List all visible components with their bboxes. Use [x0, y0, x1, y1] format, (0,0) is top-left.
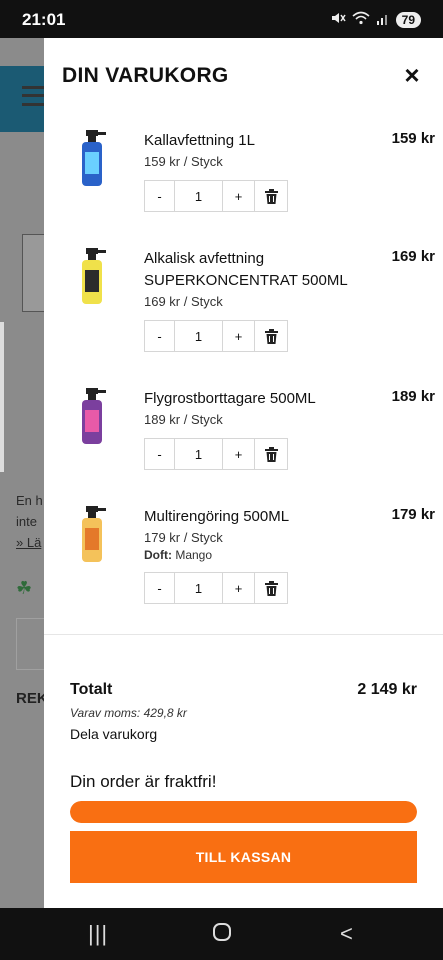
free-shipping-message: Din order är fraktfri! [70, 772, 217, 791]
increase-quantity-button[interactable]: + [223, 439, 255, 469]
total-label: Totalt [70, 681, 113, 698]
background-section-title: REK [16, 690, 48, 707]
quantity-stepper: - 1 + [144, 438, 288, 470]
unit-price: 189 kr / Styck [144, 412, 223, 427]
product-name[interactable]: Multirengöring 500ML [144, 506, 354, 528]
increase-quantity-button[interactable]: + [223, 321, 255, 351]
product-variant: Doft: Mango [144, 548, 212, 562]
decrease-quantity-button[interactable]: - [145, 439, 175, 469]
increase-quantity-button[interactable]: + [223, 573, 255, 603]
share-cart-link[interactable]: Dela varukorg [70, 726, 157, 742]
quantity-value[interactable]: 1 [175, 439, 223, 469]
line-price: 159 kr [391, 130, 435, 147]
back-icon[interactable]: < [340, 922, 353, 946]
quantity-stepper: - 1 + [144, 320, 288, 352]
background-text: En h [16, 493, 43, 508]
variant-value: Mango [175, 548, 213, 562]
status-time: 21:01 [22, 10, 66, 29]
free-shipping-progress [70, 801, 417, 823]
unit-price: 159 kr / Styck [144, 154, 223, 169]
product-name[interactable]: Alkalisk avfettning SUPERKONCENTRAT 500M… [144, 248, 354, 292]
product-image [72, 248, 112, 306]
status-bar: 21:01 79 [0, 0, 443, 38]
quantity-stepper: - 1 + [144, 180, 288, 212]
progress-fill [70, 801, 417, 823]
trash-icon[interactable] [255, 181, 287, 211]
background-link: » Lä [16, 535, 42, 550]
signal-icon [376, 12, 390, 28]
mute-icon [330, 11, 346, 28]
system-nav-bar: ||| < [0, 908, 443, 960]
vat-amount: Varav moms: 429,8 kr [70, 706, 187, 720]
cart-drawer: DIN VARUKORG × Kallavfettning 1L 159 kr … [44, 38, 443, 908]
product-name[interactable]: Flygrostborttagare 500ML [144, 388, 354, 410]
line-price: 169 kr [391, 248, 435, 265]
recent-apps-icon[interactable]: ||| [88, 922, 108, 946]
quantity-stepper: - 1 + [144, 572, 288, 604]
status-icons: 79 [330, 11, 421, 28]
unit-price: 169 kr / Styck [144, 294, 223, 309]
background-text: inte [16, 514, 37, 529]
cart-title: DIN VARUKORG [62, 64, 229, 87]
home-icon[interactable] [212, 922, 232, 947]
edge-handle[interactable] [0, 322, 4, 472]
product-image [72, 130, 112, 188]
battery-indicator: 79 [395, 11, 421, 28]
quantity-value[interactable]: 1 [175, 573, 223, 603]
product-image [72, 388, 112, 446]
trash-icon[interactable] [255, 321, 287, 351]
decrease-quantity-button[interactable]: - [145, 181, 175, 211]
close-icon[interactable]: × [399, 62, 425, 88]
divider [44, 634, 443, 635]
unit-price: 179 kr / Styck [144, 530, 223, 545]
line-price: 189 kr [391, 388, 435, 405]
clover-icon: ☘ [16, 578, 33, 598]
total-value: 2 149 kr [357, 681, 417, 698]
checkout-button[interactable]: TILL KASSAN [70, 831, 417, 883]
trash-icon[interactable] [255, 573, 287, 603]
product-image [72, 506, 112, 564]
trash-icon[interactable] [255, 439, 287, 469]
menu-icon [22, 86, 46, 106]
quantity-value[interactable]: 1 [175, 321, 223, 351]
line-price: 179 kr [391, 506, 435, 523]
variant-label: Doft: [144, 548, 172, 562]
increase-quantity-button[interactable]: + [223, 181, 255, 211]
decrease-quantity-button[interactable]: - [145, 573, 175, 603]
decrease-quantity-button[interactable]: - [145, 321, 175, 351]
wifi-icon [352, 11, 370, 28]
product-name[interactable]: Kallavfettning 1L [144, 130, 354, 152]
quantity-value[interactable]: 1 [175, 181, 223, 211]
